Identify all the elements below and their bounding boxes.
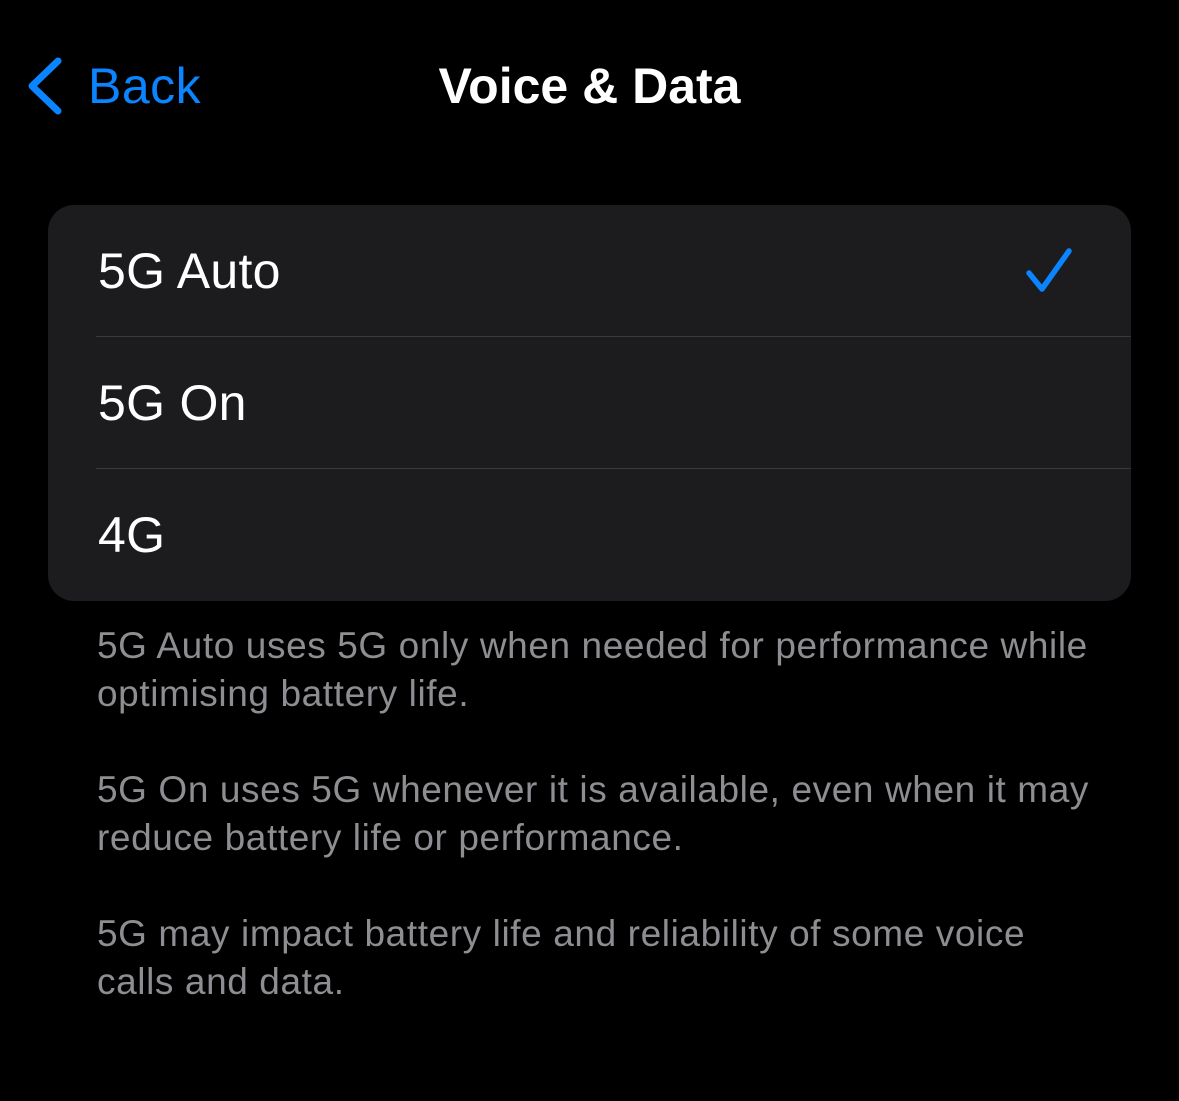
footnote-5g-on: 5G On uses 5G whenever it is available, … (97, 769, 1089, 858)
page-title: Voice & Data (438, 58, 741, 114)
checkmark-icon (1026, 248, 1072, 292)
option-label: 4G (98, 507, 166, 563)
network-options-list: 5G Auto 5G On 4G (48, 205, 1131, 601)
footnote-5g-impact: 5G may impact battery life and reliabili… (97, 913, 1026, 1002)
footnotes: 5G Auto uses 5G only when needed for per… (97, 622, 1097, 1054)
navigation-bar: Back Voice & Data (0, 0, 1179, 170)
option-label: 5G Auto (98, 243, 281, 299)
option-label: 5G On (98, 375, 247, 431)
footnote-5g-auto: 5G Auto uses 5G only when needed for per… (97, 625, 1088, 714)
option-4g[interactable]: 4G (48, 469, 1131, 601)
option-5g-on[interactable]: 5G On (48, 337, 1131, 469)
option-5g-auto[interactable]: 5G Auto (48, 205, 1131, 337)
